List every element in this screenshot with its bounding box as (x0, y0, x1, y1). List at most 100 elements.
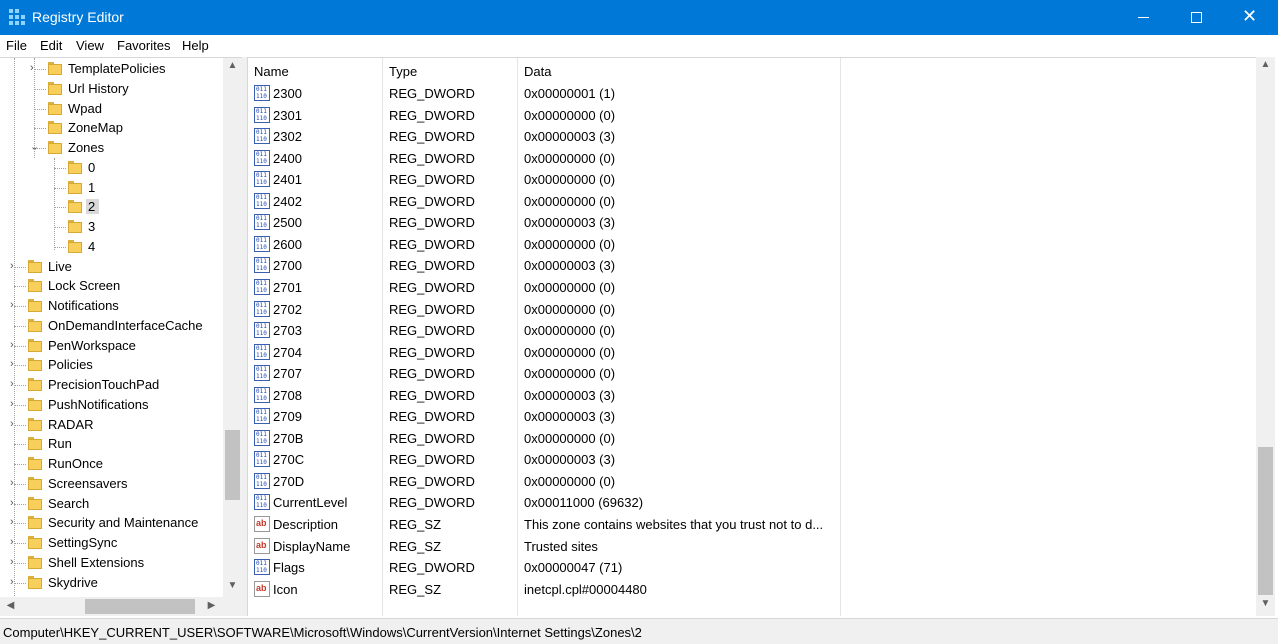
scroll-left-icon[interactable]: ◀ (2, 600, 19, 611)
scroll-right-icon[interactable]: ▶ (203, 600, 220, 611)
value-row[interactable]: 011 110 2401 REG_DWORD 0x00000000 (0) (248, 169, 1256, 190)
tree-item-settingsync[interactable]: › SettingSync (0, 533, 223, 553)
list-vertical-scrollbar[interactable]: ▲ ▼ (1256, 57, 1275, 616)
chevron-right-icon[interactable]: › (10, 515, 20, 529)
tree-vertical-scrollbar[interactable]: ▲ ▼ (223, 58, 242, 597)
value-row[interactable]: 011 110 2700 REG_DWORD 0x00000003 (3) (248, 255, 1256, 276)
tree-item-radar[interactable]: › RADAR (0, 415, 223, 435)
tree-item-label: Run (48, 436, 72, 452)
value-row[interactable]: 011 110 2302 REG_DWORD 0x00000003 (3) (248, 126, 1256, 147)
title-bar[interactable]: Registry Editor ✕ (0, 0, 1278, 35)
value-name: 2703 (273, 323, 302, 339)
menu-edit[interactable]: Edit (40, 38, 62, 53)
tree-horizontal-scrollbar[interactable]: ◀ ▶ (0, 597, 242, 616)
value-name: CurrentLevel (273, 495, 348, 511)
tree-item-runonce[interactable]: RunOnce (0, 454, 223, 474)
close-button[interactable]: ✕ (1223, 0, 1276, 35)
minimize-button[interactable] (1117, 0, 1170, 35)
tree-item-4[interactable]: 4 (0, 237, 223, 257)
tree-item-shell-extensions[interactable]: › Shell Extensions (0, 553, 223, 573)
value-row[interactable]: ab Description REG_SZ This zone contains we… (248, 514, 1256, 535)
tree-item-2[interactable]: 2 (0, 197, 223, 217)
tree-item-notifications[interactable]: › Notifications (0, 296, 223, 316)
value-row[interactable]: 011 110 2708 REG_DWORD 0x00000003 (3) (248, 385, 1256, 406)
tree-item-3[interactable]: 3 (0, 217, 223, 237)
value-row[interactable]: ab DisplayName REG_SZ Trusted sites (248, 536, 1256, 557)
chevron-right-icon[interactable]: › (10, 575, 20, 589)
values-list[interactable]: Name Type Data 011 110 2300 REG_DWORD 0x0000… (247, 57, 1256, 616)
value-row[interactable]: 011 110 2702 REG_DWORD 0x00000000 (0) (248, 299, 1256, 320)
menu-view[interactable]: View (76, 38, 104, 53)
scroll-up-icon[interactable]: ▲ (224, 60, 241, 71)
menu-help[interactable]: Help (182, 38, 209, 53)
scroll-up-icon[interactable]: ▲ (1257, 59, 1274, 70)
chevron-right-icon[interactable]: › (10, 298, 20, 312)
value-row[interactable]: 011 110 2707 REG_DWORD 0x00000000 (0) (248, 363, 1256, 384)
scroll-thumb[interactable] (85, 599, 195, 614)
chevron-right-icon[interactable]: › (10, 338, 20, 352)
chevron-right-icon[interactable]: › (10, 555, 20, 569)
chevron-right-icon[interactable]: › (10, 535, 20, 549)
value-row[interactable]: 011 110 CurrentLevel REG_DWORD 0x00011000 (6… (248, 492, 1256, 513)
chevron-right-icon[interactable]: › (30, 61, 40, 75)
value-name: Icon (273, 581, 298, 597)
chevron-right-icon[interactable]: › (10, 377, 20, 391)
chevron-right-icon[interactable]: › (10, 496, 20, 510)
binary-value-icon: 011 110 (254, 171, 270, 188)
tree-item-search[interactable]: › Search (0, 494, 223, 514)
tree-item-skydrive[interactable]: › Skydrive (0, 573, 223, 593)
value-row[interactable]: 011 110 2402 REG_DWORD 0x00000000 (0) (248, 191, 1256, 212)
tree-item-pushnotifications[interactable]: › PushNotifications (0, 395, 223, 415)
value-row[interactable]: 011 110 2704 REG_DWORD 0x00000000 (0) (248, 342, 1256, 363)
scroll-thumb[interactable] (225, 430, 240, 500)
tree-item-label: RunOnce (48, 456, 103, 471)
value-row[interactable]: 011 110 2703 REG_DWORD 0x00000000 (0) (248, 320, 1256, 341)
tree-item-live[interactable]: › Live (0, 257, 223, 277)
tree-item-security-and-maintenance[interactable]: › Security and Maintenance (0, 513, 223, 533)
column-header-type[interactable]: Type (383, 58, 517, 83)
tree-item-1[interactable]: 1 (0, 178, 223, 198)
maximize-button[interactable] (1170, 0, 1223, 35)
value-row[interactable]: 011 110 2400 REG_DWORD 0x00000000 (0) (248, 148, 1256, 169)
chevron-right-icon[interactable]: › (10, 357, 20, 371)
value-row[interactable]: 011 110 2500 REG_DWORD 0x00000003 (3) (248, 212, 1256, 233)
scroll-thumb[interactable] (1258, 447, 1273, 595)
chevron-down-icon[interactable]: ⌄ (30, 140, 40, 154)
tree-item-penworkspace[interactable]: › PenWorkspace (0, 336, 223, 356)
chevron-right-icon[interactable]: › (10, 417, 20, 431)
scroll-down-icon[interactable]: ▼ (224, 580, 241, 591)
value-row[interactable]: 011 110 270D REG_DWORD 0x00000000 (0) (248, 471, 1256, 492)
key-tree[interactable]: › TemplatePolicies Url History Wpad ZoneMap ⌄… (0, 57, 242, 616)
value-name: Description (273, 517, 339, 532)
value-row[interactable]: 011 110 2701 REG_DWORD 0x00000000 (0) (248, 277, 1256, 298)
value-name: DisplayName (273, 538, 351, 554)
value-row[interactable]: 011 110 Flags REG_DWORD 0x00000047 (71) (248, 557, 1256, 578)
menu-favorites[interactable]: Favorites (117, 38, 170, 53)
binary-value-glyph: 011 (256, 107, 267, 115)
tree-item-0[interactable]: 0 (0, 158, 223, 178)
value-name: Flags (273, 560, 305, 576)
value-row[interactable]: 011 110 2709 REG_DWORD 0x00000003 (3) (248, 406, 1256, 427)
tree-item-label: Wpad (68, 100, 102, 116)
value-row[interactable]: 011 110 2600 REG_DWORD 0x00000000 (0) (248, 234, 1256, 255)
column-header-name[interactable]: Name (248, 58, 382, 83)
chevron-right-icon[interactable]: › (10, 397, 20, 411)
scroll-down-icon[interactable]: ▼ (1257, 598, 1274, 609)
chevron-right-icon[interactable]: › (10, 476, 20, 490)
chevron-right-icon[interactable]: › (10, 259, 20, 273)
value-row[interactable]: ab Icon REG_SZ inetcpl.cpl#00004480 (248, 579, 1256, 600)
tree-item-ondemandinterfacecache[interactable]: OnDemandInterfaceCache (0, 316, 223, 336)
tree-item-screensavers[interactable]: › Screensavers (0, 474, 223, 494)
tree-item-label: 2 (86, 199, 100, 215)
value-row[interactable]: 011 110 270B REG_DWORD 0x00000000 (0) (248, 428, 1256, 449)
tree-item-policies[interactable]: › Policies (0, 355, 223, 375)
column-header-data[interactable]: Data (518, 58, 840, 83)
value-row[interactable]: 011 110 2300 REG_DWORD 0x00000001 (1) (248, 83, 1256, 104)
menu-file[interactable]: File (6, 38, 27, 53)
tree-item-lock-screen[interactable]: Lock Screen (0, 276, 223, 296)
value-row[interactable]: 011 110 2301 REG_DWORD 0x00000000 (0) (248, 105, 1256, 126)
tree-item-run[interactable]: Run (0, 434, 223, 454)
tree-item-precisiontouchpad[interactable]: › PrecisionTouchPad (0, 375, 223, 395)
value-row[interactable]: 011 110 270C REG_DWORD 0x00000003 (3) (248, 449, 1256, 470)
tree-item-label: Url History (68, 80, 129, 96)
